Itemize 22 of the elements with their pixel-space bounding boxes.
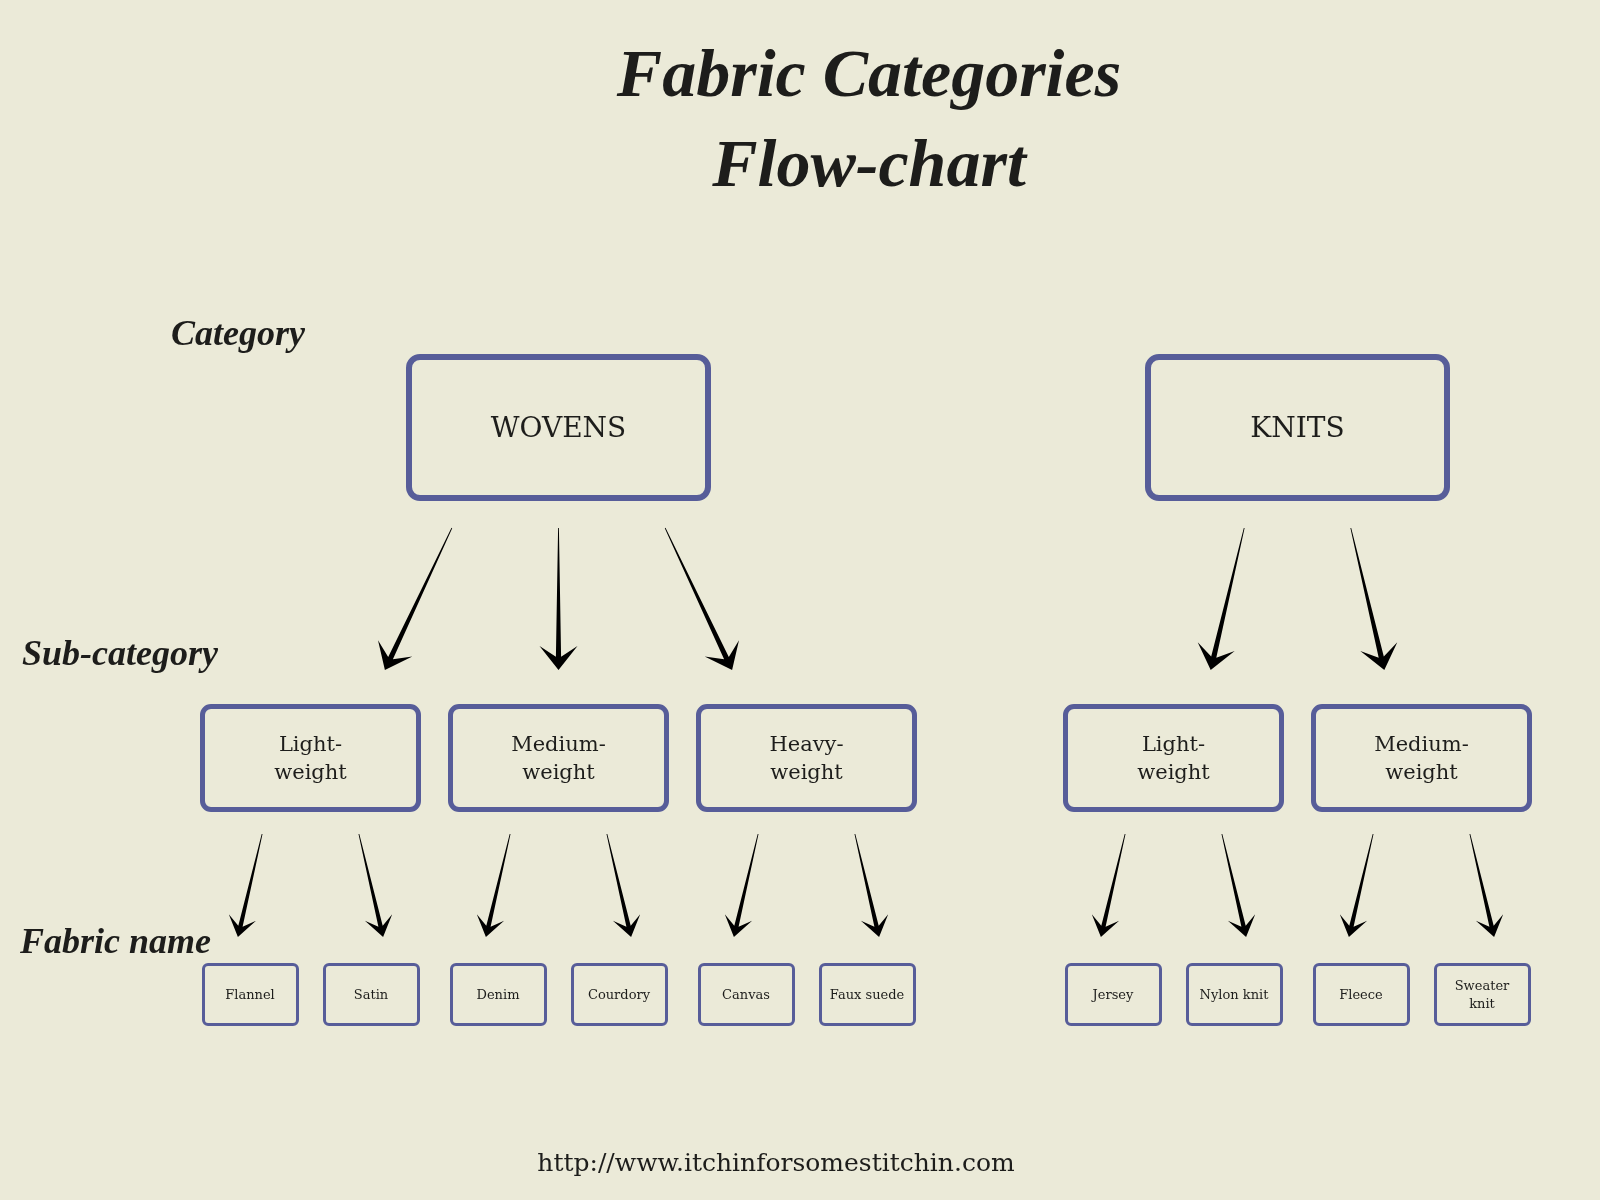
row-label: Fabric name [20, 920, 211, 963]
fabric-node: Nylon knit [1185, 963, 1283, 1026]
fabric-node: Faux suede [818, 963, 916, 1026]
row-label: Category [171, 312, 305, 355]
subcategory-node: Medium-weight [448, 704, 669, 812]
fabric-node: Flannel [201, 963, 299, 1026]
subcategory-node: Medium-weight [1311, 704, 1532, 812]
subcategory-node: Heavy-weight [696, 704, 917, 812]
website-url: http://www.itchinforsomestitchin.com [537, 1148, 1015, 1177]
fabric-node: Jersey [1064, 963, 1162, 1026]
chart-title: Fabric Categories Flow-chart [615, 34, 1123, 203]
fabric-node: Courdory [570, 963, 668, 1026]
category-node: WOVENS [406, 354, 711, 501]
fabric-node: Fleece [1312, 963, 1410, 1026]
row-label: Sub-category [22, 632, 218, 675]
fabric-node: Denim [449, 963, 547, 1026]
subcategory-node: Light-weight [200, 704, 421, 812]
fabric-node: Canvas [697, 963, 795, 1026]
category-node: KNITS [1145, 354, 1450, 501]
fabric-node: Sweater knit [1433, 963, 1531, 1026]
subcategory-node: Light-weight [1063, 704, 1284, 812]
fabric-node: Satin [322, 963, 420, 1026]
